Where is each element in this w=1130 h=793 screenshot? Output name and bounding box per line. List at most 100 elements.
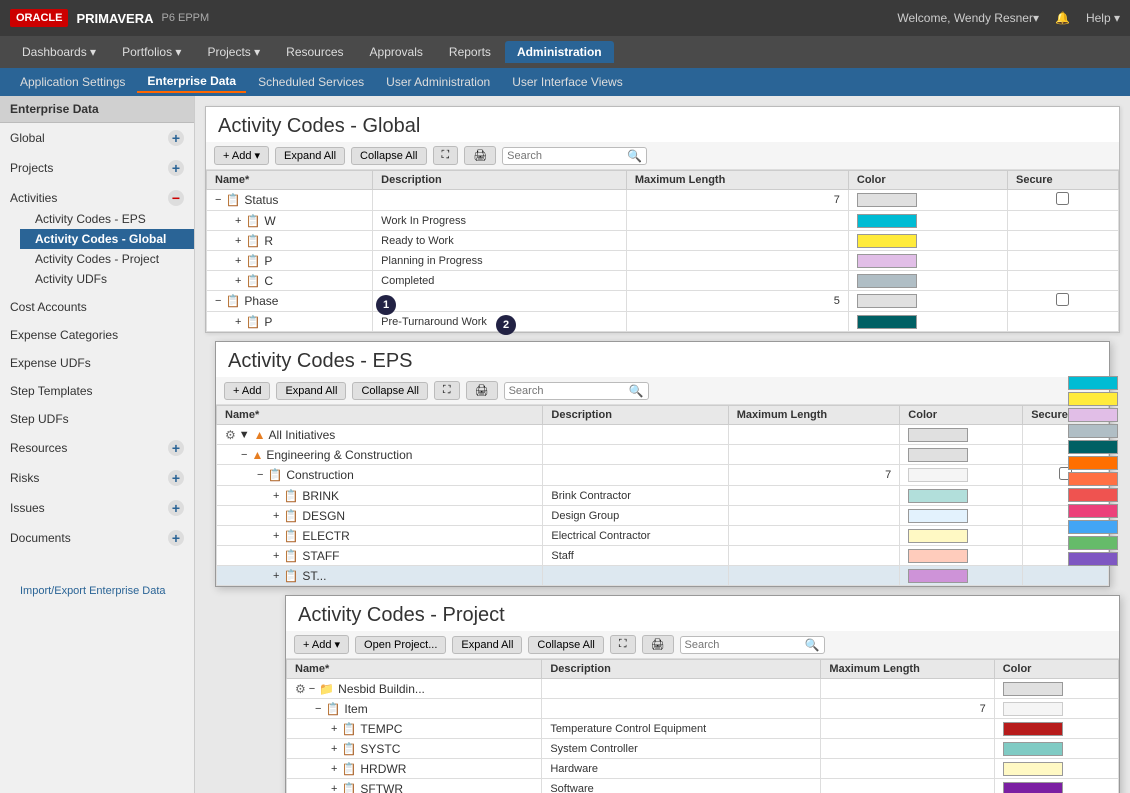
row-expand-icon[interactable]: + [331,723,337,735]
row-expand-icon[interactable]: + [235,235,241,247]
project-add-button[interactable]: + Add ▾ [294,635,349,654]
secure-checkbox[interactable] [1056,192,1069,205]
sidebar-item-activity-udfs[interactable]: Activity UDFs [20,269,194,289]
project-expand-all-button[interactable]: Expand All [452,636,522,654]
sidebar-item-expense-categories[interactable]: Expense Categories [0,325,194,345]
table-row[interactable]: + 📋 STAFF Staff [217,546,1109,566]
table-row[interactable]: − 📋 Phase 5 [207,291,1119,312]
row-expand-icon[interactable]: + [235,255,241,267]
row-expand-icon[interactable]: − [215,295,221,307]
table-row[interactable]: + 📋 ST... [217,566,1109,586]
table-row[interactable]: − 📋 Construction 7 [217,465,1109,486]
sidebar-item-expense-udfs[interactable]: Expense UDFs [0,353,194,373]
subnav-user-interface-views[interactable]: User Interface Views [502,72,633,92]
row-expand-icon[interactable]: − [315,703,321,715]
table-row[interactable]: + 📋 DESGN Design Group [217,506,1109,526]
table-row[interactable]: + 📋 P Pre-Turnaround Work [207,312,1119,332]
subnav-scheduled-services[interactable]: Scheduled Services [248,72,374,92]
sidebar-item-resources[interactable]: Resources + [0,437,194,459]
table-row[interactable]: − ▲ Engineering & Construction [217,445,1109,465]
gear-icon[interactable]: ⚙ [225,428,236,442]
nav-portfolios[interactable]: Portfolios ▾ [110,41,193,63]
resources-expand-btn[interactable]: + [168,440,184,456]
table-row[interactable]: + 📋 BRINK Brink Contractor [217,486,1109,506]
global-print-button[interactable]: 🖨 [464,146,496,165]
risks-expand-btn[interactable]: + [168,470,184,486]
table-row[interactable]: + 📋 P Planning in Progress [207,251,1119,271]
row-expand-icon[interactable]: − [309,683,315,695]
sidebar-item-issues[interactable]: Issues + [0,497,194,519]
row-expand-icon[interactable]: + [273,530,279,542]
table-row[interactable]: + 📋 R Ready to Work [207,231,1119,251]
eps-add-button[interactable]: + Add [224,382,270,400]
subnav-user-administration[interactable]: User Administration [376,72,500,92]
row-expand-icon[interactable]: + [331,763,337,775]
row-expand-icon[interactable]: + [235,316,241,328]
sidebar-item-documents[interactable]: Documents + [0,527,194,549]
nav-projects[interactable]: Projects ▾ [195,41,272,63]
bell-icon[interactable]: 🔔 [1055,11,1070,25]
nav-administration[interactable]: Administration [505,41,614,63]
table-row[interactable]: ⚙ − 📁 Nesbid Buildin... [287,679,1119,699]
documents-expand-btn[interactable]: + [168,530,184,546]
nav-resources[interactable]: Resources [274,41,355,63]
eps-collapse-all-button[interactable]: Collapse All [352,382,427,400]
row-expand-icon[interactable]: + [273,570,279,582]
row-expand-icon[interactable]: − [241,449,247,461]
projects-expand-btn[interactable]: + [168,160,184,176]
row-expand-icon[interactable]: + [273,490,279,502]
row-expand-icon[interactable]: + [235,275,241,287]
project-search-input[interactable] [685,639,805,651]
row-expand-icon[interactable]: + [235,215,241,227]
import-export-link[interactable]: Import/Export Enterprise Data [10,579,184,603]
global-expand-btn[interactable]: + [168,130,184,146]
nav-dashboards[interactable]: Dashboards ▾ [10,41,108,63]
global-add-button[interactable]: + Add ▾ [214,146,269,165]
sidebar-item-risks[interactable]: Risks + [0,467,194,489]
global-expand-all-button[interactable]: Expand All [275,147,345,165]
table-row[interactable]: + 📋 ELECTR Electrical Contractor [217,526,1109,546]
row-expand-icon[interactable]: + [273,550,279,562]
table-row[interactable]: + 📋 TEMPC Temperature Control Equipment [287,719,1119,739]
project-fullscreen-button[interactable]: ⛶ [610,635,636,654]
sidebar-item-activity-codes-project[interactable]: Activity Codes - Project [20,249,194,269]
table-row[interactable]: ⚙ ▼ ▲ All Initiatives [217,425,1109,445]
project-collapse-all-button[interactable]: Collapse All [528,636,603,654]
nav-approvals[interactable]: Approvals [358,41,435,63]
row-expand-icon[interactable]: + [331,783,337,793]
global-search-input[interactable] [507,150,627,162]
sidebar-item-step-templates[interactable]: Step Templates [0,381,194,401]
row-expand-icon[interactable]: ▼ [239,429,250,441]
row-expand-icon[interactable]: − [257,469,263,481]
table-row[interactable]: + 📋 C Completed [207,271,1119,291]
eps-expand-all-button[interactable]: Expand All [276,382,346,400]
sidebar-item-activity-codes-global[interactable]: Activity Codes - Global [20,229,194,249]
global-search-icon[interactable]: 🔍 [627,149,642,163]
subnav-enterprise-data[interactable]: Enterprise Data [137,71,246,93]
sidebar-item-step-udfs[interactable]: Step UDFs [0,409,194,429]
table-row[interactable]: + 📋 HRDWR Hardware [287,759,1119,779]
sidebar-item-activity-codes-eps[interactable]: Activity Codes - EPS [20,209,194,229]
table-row[interactable]: − 📋 Item 7 [287,699,1119,719]
project-print-button[interactable]: 🖨 [642,635,674,654]
sidebar-item-global[interactable]: Global + [0,127,194,149]
gear-icon[interactable]: ⚙ [295,682,306,696]
row-expand-icon[interactable]: − [215,194,221,206]
issues-expand-btn[interactable]: + [168,500,184,516]
eps-search-icon[interactable]: 🔍 [629,384,644,398]
secure-checkbox[interactable] [1056,293,1069,306]
table-row[interactable]: − 📋 Status 7 [207,190,1119,211]
table-row[interactable]: + 📋 SYSTC System Controller [287,739,1119,759]
activities-collapse-btn[interactable]: − [168,190,184,206]
help-button[interactable]: Help ▾ [1086,11,1120,25]
nav-reports[interactable]: Reports [437,41,503,63]
welcome-text[interactable]: Welcome, Wendy Resner▾ [897,11,1039,25]
sidebar-item-projects[interactable]: Projects + [0,157,194,179]
row-expand-icon[interactable]: + [273,510,279,522]
eps-print-button[interactable]: 🖨 [466,381,498,400]
project-open-button[interactable]: Open Project... [355,636,446,654]
global-fullscreen-button[interactable]: ⛶ [433,146,459,165]
global-collapse-all-button[interactable]: Collapse All [351,147,426,165]
sidebar-item-activities[interactable]: Activities − [0,187,194,209]
eps-fullscreen-button[interactable]: ⛶ [434,381,460,400]
